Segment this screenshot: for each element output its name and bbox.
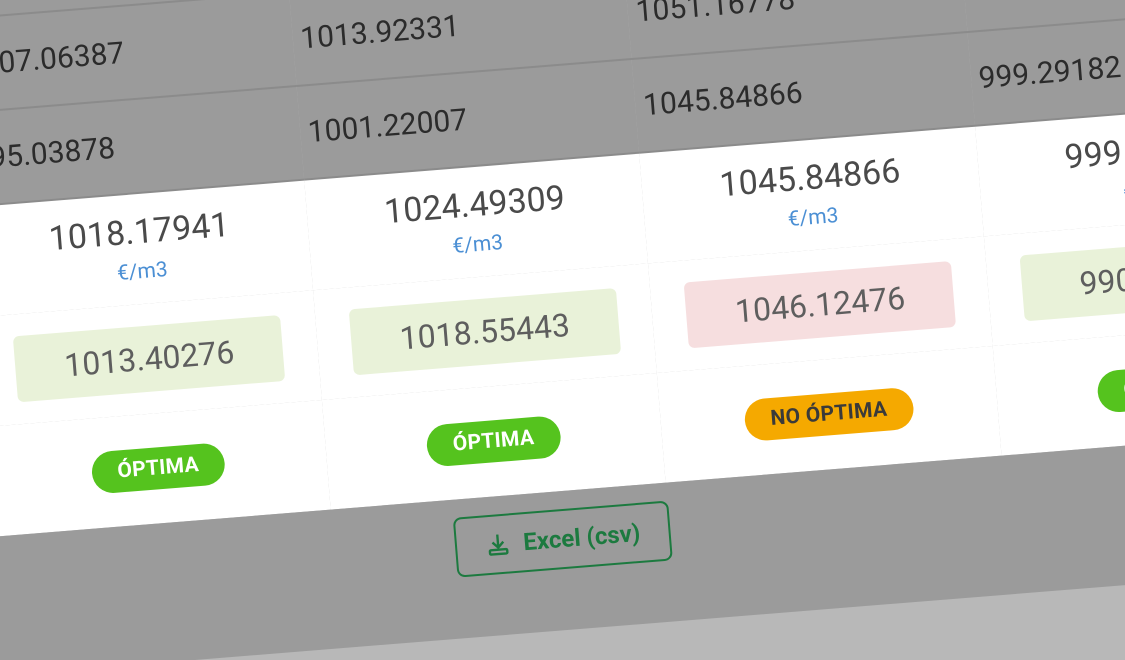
media-value: 999.29182 (984, 121, 1125, 184)
validada-value: 1013.40276 (13, 315, 285, 402)
export-excel-label: Excel (csv) (522, 519, 641, 556)
status-pill-optima: ÓPTIMA (425, 415, 562, 468)
export-excel-button[interactable]: Excel (csv) (453, 501, 672, 578)
download-icon (484, 530, 512, 558)
status-pill-optima: ÓPTIMA (1096, 361, 1125, 414)
status-pill-optima: ÓPTIMA (90, 442, 227, 495)
status-pill-no-optima: NO ÓPTIMA (743, 387, 915, 442)
validada-value: 990.72429 (1019, 234, 1125, 321)
price-table: 1014.19733 1020.62356 1051.81565 986.977… (0, 0, 1125, 660)
validada-value: 1046.12476 (684, 261, 956, 348)
validada-value: 1018.55443 (349, 288, 621, 375)
